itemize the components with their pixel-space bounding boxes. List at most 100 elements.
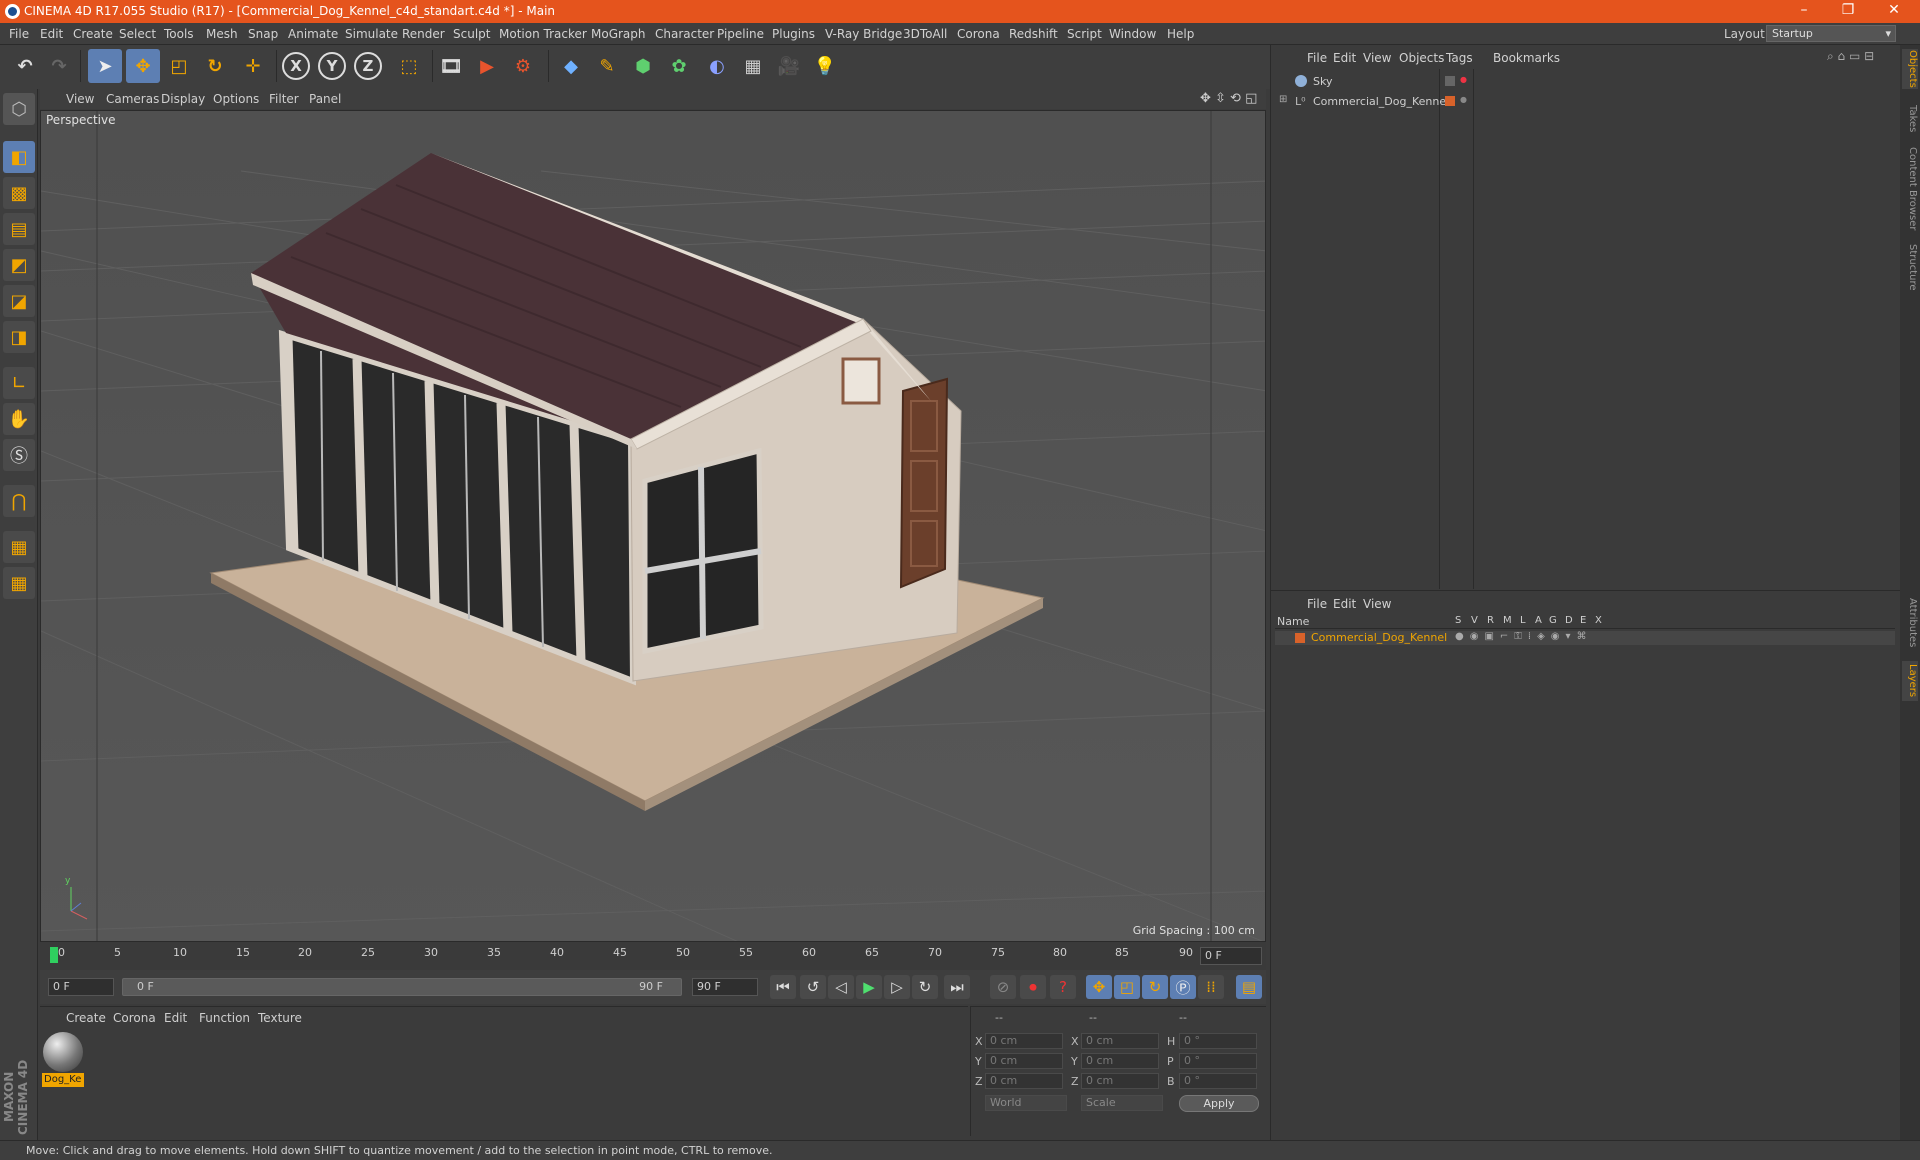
range-slider[interactable]: 0 F 90 F <box>122 978 682 996</box>
next-key-icon[interactable]: ↻ <box>912 975 938 999</box>
mat-menu-create[interactable]: Create <box>66 1011 106 1025</box>
menu-animate[interactable]: Animate <box>288 27 338 41</box>
layout-dropdown[interactable]: Startup ▾ <box>1766 25 1896 42</box>
mat-menu-edit[interactable]: Edit <box>164 1011 187 1025</box>
dot-icon[interactable]: ● <box>1460 95 1467 104</box>
pen-icon[interactable]: ✎ <box>590 49 624 83</box>
rot-p-field[interactable]: 0 ° <box>1179 1053 1257 1069</box>
size-x-field[interactable]: 0 cm <box>1081 1033 1159 1049</box>
om-menu-tags[interactable]: Tags <box>1446 51 1473 65</box>
transform-icon[interactable]: ✛ <box>236 49 270 83</box>
lm-menu-edit[interactable]: Edit <box>1333 597 1356 611</box>
vp-menu-filter[interactable]: Filter <box>269 92 299 106</box>
mat-menu-function[interactable]: Function <box>199 1011 250 1025</box>
menu-3dtoall[interactable]: 3DToAll <box>903 27 947 41</box>
lm-menu-view[interactable]: View <box>1363 597 1391 611</box>
tab-objects[interactable]: Objects <box>1902 49 1918 89</box>
apply-button[interactable]: Apply <box>1179 1095 1259 1112</box>
size-z-field[interactable]: 0 cm <box>1081 1073 1159 1089</box>
x-axis-icon[interactable]: X <box>282 52 310 80</box>
tab-structure[interactable]: Structure <box>1902 241 1918 293</box>
vp-menu-view[interactable]: View <box>66 92 94 106</box>
next-frame-icon[interactable]: ▷ <box>884 975 910 999</box>
workplane-lock-icon[interactable]: ▦ <box>3 531 35 563</box>
snap-magnet-icon[interactable]: ⋂ <box>3 485 35 517</box>
prev-key-icon[interactable]: ↺ <box>800 975 826 999</box>
solo-icon[interactable]: Ⓢ <box>3 439 35 471</box>
key-help-icon[interactable]: ? <box>1050 975 1076 999</box>
menu-mograph[interactable]: MoGraph <box>591 27 646 41</box>
vp-menu-cameras[interactable]: Cameras <box>106 92 159 106</box>
key-rotation-icon[interactable]: ↻ <box>1142 975 1168 999</box>
tab-layers[interactable]: Layers <box>1902 661 1918 701</box>
edges-mode-icon[interactable]: ◪ <box>3 285 35 317</box>
polygons-mode-icon[interactable]: ◨ <box>3 321 35 353</box>
render-settings-icon[interactable]: ⚙ <box>506 49 540 83</box>
current-frame-field[interactable]: 0 F <box>1200 947 1262 965</box>
timeline-ruler[interactable]: 0 5 10 15 20 25 30 35 40 45 50 55 60 65 … <box>40 942 1266 970</box>
tweak-icon[interactable]: ✋ <box>3 403 35 435</box>
coord-transform-dropdown[interactable]: Scale <box>1081 1095 1163 1111</box>
end-frame-field[interactable]: 90 F <box>692 978 758 996</box>
menu-snap[interactable]: Snap <box>248 27 278 41</box>
menu-tools[interactable]: Tools <box>164 27 194 41</box>
menu-redshift[interactable]: Redshift <box>1009 27 1058 41</box>
object-row-kennel[interactable]: ⊞ L⁰ Commercial_Dog_Kennel ● <box>1275 94 1895 111</box>
om-menu-edit[interactable]: Edit <box>1333 51 1356 65</box>
goto-end-icon[interactable]: ⏭ <box>944 975 970 999</box>
menu-create[interactable]: Create <box>73 27 113 41</box>
menu-select[interactable]: Select <box>119 27 156 41</box>
search-icon[interactable]: ⌕ ⌂ ▭ ⊟ <box>1827 49 1874 64</box>
points-mode-icon[interactable]: ◩ <box>3 249 35 281</box>
menu-motion-tracker[interactable]: Motion Tracker <box>499 27 587 41</box>
start-frame-field[interactable]: 0 F <box>48 978 114 996</box>
vp-menu-display[interactable]: Display <box>161 92 205 106</box>
play-icon[interactable]: ▶ <box>856 975 882 999</box>
playhead[interactable] <box>50 947 58 963</box>
lm-menu-file[interactable]: File <box>1307 597 1327 611</box>
object-mode-icon[interactable]: ◧ <box>3 141 35 173</box>
menu-script[interactable]: Script <box>1067 27 1102 41</box>
tab-takes[interactable]: Takes <box>1902 101 1918 137</box>
cube-icon[interactable]: ◆ <box>554 49 588 83</box>
prev-frame-icon[interactable]: ◁ <box>828 975 854 999</box>
key-scale-icon[interactable]: ◰ <box>1114 975 1140 999</box>
menu-sculpt[interactable]: Sculpt <box>453 27 490 41</box>
record-disabled-icon[interactable]: ⊘ <box>990 975 1016 999</box>
rot-h-field[interactable]: 0 ° <box>1179 1033 1257 1049</box>
floor-icon[interactable]: ▦ <box>736 49 770 83</box>
om-menu-objects[interactable]: Objects <box>1399 51 1444 65</box>
material-swatch[interactable]: Dog_Ke <box>42 1031 84 1089</box>
pos-x-field[interactable]: 0 cm <box>985 1033 1063 1049</box>
om-menu-bookmarks[interactable]: Bookmarks <box>1493 51 1560 65</box>
deformer-icon[interactable]: ◐ <box>700 49 734 83</box>
viewport-perspective[interactable]: y Perspective Grid Spacing : 100 cm <box>40 110 1266 942</box>
minimize-button[interactable]: – <box>1789 2 1819 18</box>
tab-content-browser[interactable]: Content Browser <box>1902 145 1918 233</box>
goto-start-icon[interactable]: ⏮ <box>770 975 796 999</box>
layer-row[interactable]: Commercial_Dog_Kennel ●◉▣⌐⚿⁞◈◉▾⌘ <box>1275 631 1895 645</box>
menu-pipeline[interactable]: Pipeline <box>717 27 764 41</box>
render-icon[interactable]: ▶ <box>470 49 504 83</box>
rotate-icon[interactable]: ↻ <box>198 49 232 83</box>
texture-mode-icon[interactable]: ▩ <box>3 177 35 209</box>
model-mode-icon[interactable]: ⬡ <box>3 93 35 125</box>
rot-b-field[interactable]: 0 ° <box>1179 1073 1257 1089</box>
menu-character[interactable]: Character <box>655 27 714 41</box>
menu-file[interactable]: File <box>9 27 29 41</box>
key-param-icon[interactable]: Ⓟ <box>1170 975 1196 999</box>
menu-edit[interactable]: Edit <box>40 27 63 41</box>
expand-icon[interactable]: ⊞ <box>1279 94 1287 105</box>
menu-mesh[interactable]: Mesh <box>206 27 238 41</box>
coord-mode-dropdown[interactable]: World <box>985 1095 1067 1111</box>
menu-vray-bridge[interactable]: V-Ray Bridge <box>825 27 902 41</box>
pos-y-field[interactable]: 0 cm <box>985 1053 1063 1069</box>
subdivision-icon[interactable]: ⬢ <box>626 49 660 83</box>
menu-plugins[interactable]: Plugins <box>772 27 815 41</box>
workplane-icon[interactable]: ▤ <box>3 213 35 245</box>
select-icon[interactable]: ➤ <box>88 49 122 83</box>
camera-icon[interactable]: 🎥 <box>772 49 806 83</box>
tab-attributes[interactable]: Attributes <box>1902 593 1918 653</box>
pos-z-field[interactable]: 0 cm <box>985 1073 1063 1089</box>
cloner-icon[interactable]: ✿ <box>662 49 696 83</box>
